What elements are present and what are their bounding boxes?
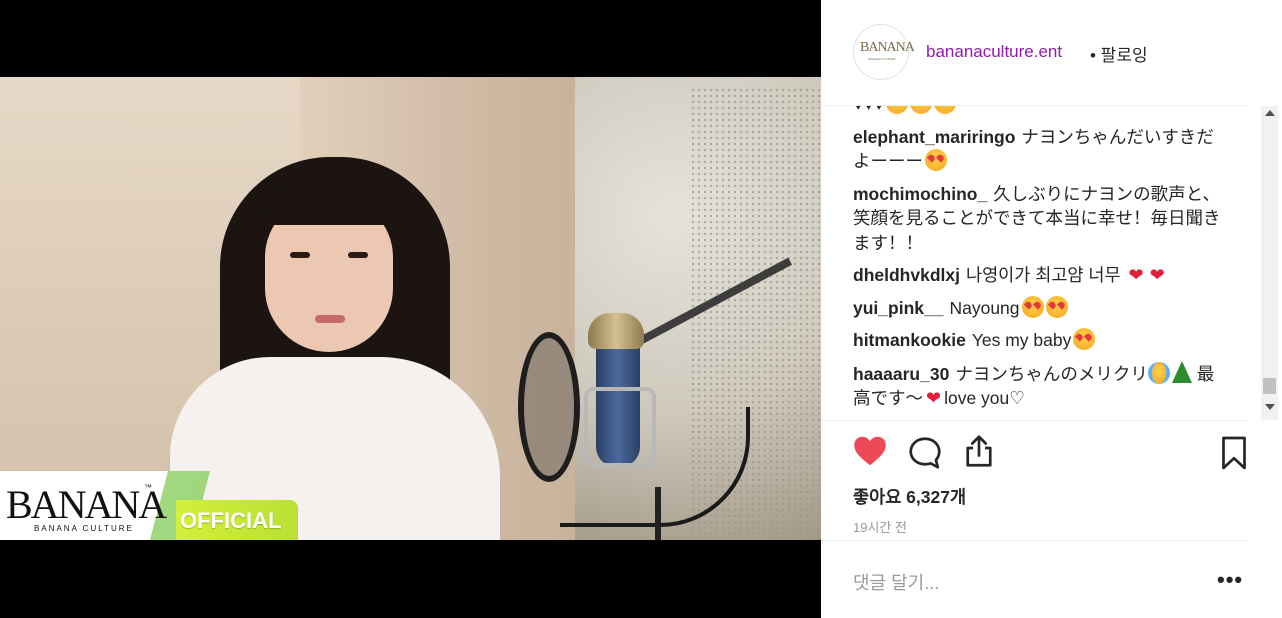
comment-item: mochimochino_ 久しぶりにナヨンの歌声と、笑顔を見ることができて本当に… xyxy=(853,182,1223,256)
microphone-head xyxy=(588,313,644,349)
following-button[interactable]: • 팔로잉 xyxy=(1090,41,1148,66)
avatar-logo-sub: BANANA CULTURE xyxy=(868,57,896,61)
account-name-link[interactable]: bananaculture.ent xyxy=(926,42,1062,62)
heart-icon[interactable] xyxy=(851,433,889,469)
comment-input[interactable] xyxy=(853,569,1183,597)
red-heart-emoji-icon: ❤ xyxy=(1128,265,1144,285)
comment-item: elephant_mariringo ナヨンちゃんだいすきだよーーー xyxy=(853,125,1223,174)
comment-username-link[interactable]: elephant_mariringo xyxy=(853,127,1015,147)
avatar-logo-text: BANANA xyxy=(860,40,915,55)
comments-list[interactable]: ♥♥♥ elephant_mariringoナヨンちゃんだいすきだよーーー mo… xyxy=(821,106,1248,420)
comment-text: ♥♥♥ xyxy=(853,106,884,114)
share-icon[interactable] xyxy=(961,433,997,469)
heart-eyes-emoji-icon xyxy=(925,149,947,171)
comment-item: hitmankookie Yes my baby xyxy=(853,328,1223,353)
comment-username-link[interactable]: dheldhvkdlxj xyxy=(853,265,960,285)
comment-item: dheldhvkdlxj 나영이가 최고얌 너무 ❤ ❤ xyxy=(853,263,1223,288)
likes-count[interactable]: 좋아요 6,327개 xyxy=(853,484,966,509)
comment-text: 나영이가 최고얌 너무 xyxy=(965,265,1121,285)
logo-subtitle: BANANA CULTURE xyxy=(34,524,134,533)
logo-wordmark: BANANA xyxy=(6,482,167,527)
comment-item: haaaaru_30 ナヨンちゃんのメリクリ 最高です～ ❤ love you♡ xyxy=(853,360,1223,411)
comment-text: ナヨンちゃんのメリクリ xyxy=(955,363,1148,384)
heart-eyes-emoji-icon xyxy=(910,106,933,114)
scroll-down-arrow-icon[interactable] xyxy=(1265,404,1275,410)
scroll-up-arrow-icon[interactable] xyxy=(1265,110,1275,116)
comment-text: Yes my baby xyxy=(971,330,1072,350)
comment-text: love you♡ xyxy=(944,388,1025,408)
mic-pole xyxy=(655,487,661,540)
red-heart-emoji-icon: ❤ xyxy=(1149,265,1165,285)
more-options-icon[interactable]: ••• xyxy=(1217,567,1243,593)
add-comment-bar: ••• xyxy=(821,540,1248,618)
red-heart-emoji-icon: ❤ xyxy=(926,388,942,408)
comments-scrollbar[interactable] xyxy=(1261,106,1278,420)
post-panel: BANANA BANANA CULTURE bananaculture.ent … xyxy=(821,0,1282,618)
avatar[interactable]: BANANA BANANA CULTURE xyxy=(853,24,915,80)
comment-username-link[interactable]: mochimochino_ xyxy=(853,184,987,204)
banana-official-watermark: BANANA ™ BANANA CULTURE OFFICIAL xyxy=(0,471,300,540)
official-label: OFFICIAL xyxy=(176,500,298,540)
post-timestamp[interactable]: 19시간 전 xyxy=(853,517,907,536)
logo-trademark: ™ xyxy=(144,483,152,492)
media-viewer[interactable]: BANANA ™ BANANA CULTURE OFFICIAL xyxy=(0,0,821,618)
comment-item: yui_pink__ Nayoung xyxy=(853,295,1223,321)
comment-username-link[interactable]: hitmankookie xyxy=(853,330,966,350)
shock-mount xyxy=(584,387,656,467)
heart-eyes-emoji-icon xyxy=(1045,295,1068,318)
pop-filter xyxy=(518,332,580,482)
bookmark-icon[interactable] xyxy=(1219,435,1249,471)
post-actions: 좋아요 6,327개 19시간 전 xyxy=(821,420,1248,540)
comment-bubble-icon[interactable] xyxy=(907,435,943,471)
comment-text: Nayoung xyxy=(949,297,1020,318)
heart-eyes-emoji-icon xyxy=(1073,328,1096,350)
heart-eyes-emoji-icon xyxy=(934,106,957,114)
comment-username-link[interactable]: yui_pink__ xyxy=(853,298,943,318)
crying-emoji-icon xyxy=(1147,361,1170,384)
christmas-tree-emoji-icon xyxy=(1171,360,1192,383)
left-eye xyxy=(290,252,310,258)
comment-item: ♥♥♥ xyxy=(853,106,1223,117)
bangs xyxy=(258,187,398,225)
right-eye xyxy=(348,252,368,258)
heart-eyes-emoji-icon xyxy=(886,106,909,114)
comment-username-link[interactable]: haaaaru_30 xyxy=(853,364,949,384)
post-header: BANANA BANANA CULTURE bananaculture.ent … xyxy=(821,0,1248,106)
scrollbar-thumb[interactable] xyxy=(1263,378,1276,394)
heart-eyes-emoji-icon xyxy=(1021,295,1044,318)
lips xyxy=(315,315,345,323)
